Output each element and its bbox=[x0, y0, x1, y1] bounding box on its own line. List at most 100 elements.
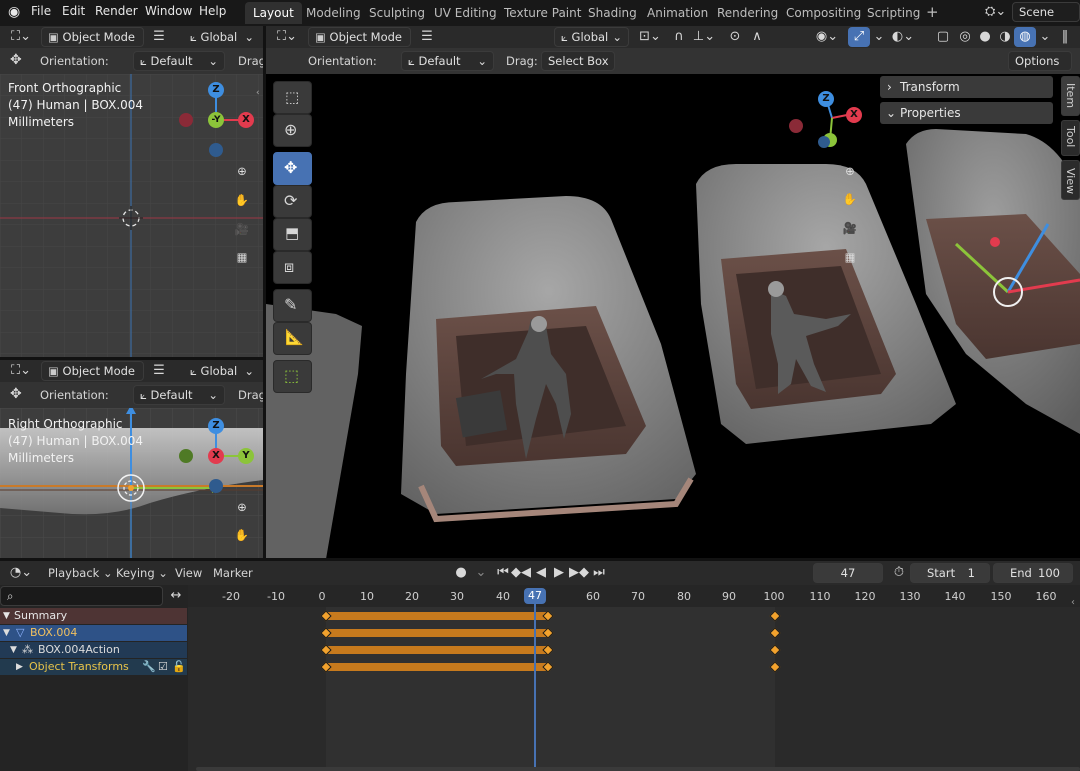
prev-keyframe-icon[interactable]: ◆◀ bbox=[510, 563, 532, 583]
main-3d-viewport[interactable]: ⛶⌄ ▣ Object Mode⌄ ☰ ⟀ Global⌄ ⊡⌄ ∩ ⊥⌄ ⊙ … bbox=[266, 26, 1080, 558]
menu-file[interactable]: File bbox=[31, 4, 51, 18]
measure-tool[interactable]: 📐 bbox=[273, 322, 312, 355]
end-frame-field[interactable]: End 100 bbox=[993, 563, 1073, 583]
hand-pan-icon[interactable]: ✋ bbox=[229, 522, 255, 548]
axis-z-icon[interactable]: Z bbox=[208, 82, 224, 98]
tab-modeling[interactable]: Modeling bbox=[298, 2, 369, 24]
hand-pan-icon[interactable]: ✋ bbox=[229, 187, 255, 213]
rendered-shading-icon[interactable]: ◍ bbox=[1014, 27, 1036, 47]
axis-x-icon[interactable]: X bbox=[846, 107, 862, 123]
scroll-arrow-icon[interactable]: ‹ bbox=[1071, 597, 1075, 608]
material-shading-icon[interactable]: ◑ bbox=[994, 27, 1016, 47]
add-workspace-button[interactable]: + bbox=[926, 3, 939, 21]
front-ortho-viewport[interactable]: ⛶⌄ ▣ Object Mode⌄ ☰ ⟀ Global⌄ ✥ Orientat… bbox=[0, 26, 263, 357]
menu-playback[interactable]: Playback ⌄ bbox=[48, 566, 113, 580]
checkbox-icon[interactable]: ☑ bbox=[158, 659, 168, 675]
keying-menu-icon[interactable]: ⌄ bbox=[470, 563, 492, 583]
snap-target-icon[interactable]: ⊥⌄ bbox=[690, 27, 718, 47]
current-frame-field[interactable]: 47 bbox=[813, 563, 883, 583]
xray-icon[interactable]: ▢ bbox=[932, 27, 954, 47]
jump-end-icon[interactable]: ⏭ bbox=[588, 563, 610, 583]
solid-shading-icon[interactable]: ● bbox=[974, 27, 996, 47]
axis-x-icon[interactable]: X bbox=[238, 112, 254, 128]
options-button[interactable]: Options⌄ bbox=[1008, 51, 1072, 71]
rotate-tool[interactable]: ⟳ bbox=[273, 185, 312, 218]
zoom-icon[interactable]: ⊕ bbox=[229, 158, 255, 184]
collapse-arrow-icon[interactable]: ‹ bbox=[256, 88, 260, 98]
wireframe-shading-icon[interactable]: ◎ bbox=[954, 27, 976, 47]
horizontal-scrollbar[interactable] bbox=[196, 767, 1080, 771]
main-drag-select[interactable]: Select Box⌄ bbox=[541, 51, 615, 71]
move-tool[interactable]: ✥ bbox=[273, 152, 312, 185]
cursor-tool[interactable]: ⊕ bbox=[273, 114, 312, 147]
blender-logo-icon[interactable]: ◉ bbox=[8, 4, 20, 20]
transform-tool[interactable]: ⧈ bbox=[273, 251, 312, 284]
tab-sculpting[interactable]: Sculpting bbox=[361, 2, 433, 24]
add-cube-tool[interactable]: ⬚ bbox=[273, 360, 312, 393]
annotate-tool[interactable]: ✎ bbox=[273, 289, 312, 322]
zoom-icon[interactable]: ⊕ bbox=[229, 494, 255, 520]
hamburger-menu-icon[interactable]: ☰ bbox=[148, 361, 170, 381]
pivot-point-icon[interactable]: ⊡⌄ bbox=[636, 27, 664, 47]
playhead-line[interactable] bbox=[534, 600, 536, 771]
clock-editor-icon[interactable]: ◔⌄ bbox=[6, 563, 36, 583]
menu-window[interactable]: Window bbox=[145, 4, 192, 18]
channel-search-input[interactable]: ⌕ bbox=[0, 586, 163, 606]
menu-help[interactable]: Help bbox=[199, 4, 226, 18]
main-transform-select[interactable]: ⟀ Global ⌄ bbox=[554, 27, 629, 47]
falloff-icon[interactable]: ∧ bbox=[746, 27, 768, 47]
main-orientation-select[interactable]: ⟀ Default ⌄ bbox=[401, 51, 494, 71]
tab-compositing[interactable]: Compositing bbox=[778, 2, 869, 24]
channel-summary[interactable]: ▼ Summary bbox=[0, 608, 187, 624]
tab-animation[interactable]: Animation bbox=[639, 2, 716, 24]
perspective-grid-icon[interactable]: ▦ bbox=[837, 244, 863, 270]
unlock-icon[interactable]: 🔓 bbox=[172, 659, 186, 675]
menu-edit[interactable]: Edit bbox=[62, 4, 85, 18]
tab-tool[interactable]: Tool bbox=[1061, 120, 1080, 156]
hand-pan-icon[interactable]: ✋ bbox=[837, 186, 863, 212]
tab-layout[interactable]: Layout bbox=[245, 2, 302, 24]
hamburger-menu-icon[interactable]: ☰ bbox=[148, 27, 170, 47]
play-icon[interactable]: ▶ bbox=[548, 563, 570, 583]
channel-object[interactable]: ▼ ▽ BOX.004 bbox=[0, 625, 187, 641]
proportional-edit-icon[interactable]: ⊙ bbox=[724, 27, 746, 47]
channel-action[interactable]: ▼ ⁂ BOX.004Action bbox=[0, 642, 187, 658]
overlay-icon[interactable]: ◐⌄ bbox=[890, 27, 916, 47]
right-mode-select[interactable]: ▣ Object Mode⌄ bbox=[41, 361, 144, 381]
right-ortho-viewport[interactable]: ⛶⌄ ▣ Object Mode⌄ ☰ ⟀ Global⌄ ✥ Orientat… bbox=[0, 360, 263, 558]
grid-icon[interactable]: ▦ bbox=[229, 244, 255, 270]
main-mode-select[interactable]: ▣ Object Mode⌄ bbox=[308, 27, 411, 47]
gizmo-menu-icon[interactable]: ⌄ bbox=[868, 27, 890, 47]
right-transform-select[interactable]: ⟀ Global ⌄ bbox=[183, 361, 261, 381]
axis-z-icon[interactable]: Z bbox=[208, 418, 224, 434]
tab-item[interactable]: Item bbox=[1061, 76, 1080, 116]
front-orientation-select[interactable]: ⟀ Default ⌄ bbox=[133, 51, 225, 71]
shading-menu-icon[interactable]: ⌄ bbox=[1034, 27, 1056, 47]
tab-shading[interactable]: Shading bbox=[580, 2, 645, 24]
menu-view[interactable]: View bbox=[175, 566, 202, 580]
visibility-icon[interactable]: ◉⌄ bbox=[814, 27, 840, 47]
snap-icon[interactable]: ∩ bbox=[668, 27, 690, 47]
menu-render[interactable]: Render bbox=[95, 4, 138, 18]
axis-z-icon[interactable]: Z bbox=[818, 91, 834, 107]
record-icon[interactable]: ● bbox=[450, 563, 472, 583]
tab-uv-editing[interactable]: UV Editing bbox=[426, 2, 505, 24]
properties-panel-header[interactable]: ⌄ Properties bbox=[880, 102, 1053, 124]
menu-marker[interactable]: Marker bbox=[213, 566, 253, 580]
scene-selector[interactable]: Scene bbox=[1012, 2, 1080, 22]
playhead-frame-badge[interactable]: 47 bbox=[524, 588, 546, 604]
scene-icon[interactable]: ⛭⌄ bbox=[985, 4, 1006, 19]
tab-view[interactable]: View bbox=[1061, 160, 1080, 200]
wrench-icon[interactable]: 🔧 bbox=[142, 659, 156, 675]
front-mode-select[interactable]: ▣ Object Mode⌄ bbox=[41, 27, 144, 47]
tab-scripting[interactable]: Scripting bbox=[859, 2, 928, 24]
transform-panel-header[interactable]: › Transform bbox=[880, 76, 1053, 98]
menu-keying[interactable]: Keying ⌄ bbox=[116, 566, 168, 580]
swap-arrows-icon[interactable]: ↔ bbox=[165, 586, 187, 606]
editor-type-icon[interactable]: ⛶⌄ bbox=[272, 27, 302, 47]
axis-neg-y-icon[interactable]: -Y bbox=[208, 112, 224, 128]
tab-texture-paint[interactable]: Texture Paint bbox=[496, 2, 589, 24]
start-frame-field[interactable]: Start 1 bbox=[910, 563, 990, 583]
axis-y-icon[interactable]: Y bbox=[238, 448, 254, 464]
editor-type-icon[interactable]: ⛶⌄ bbox=[6, 361, 36, 381]
